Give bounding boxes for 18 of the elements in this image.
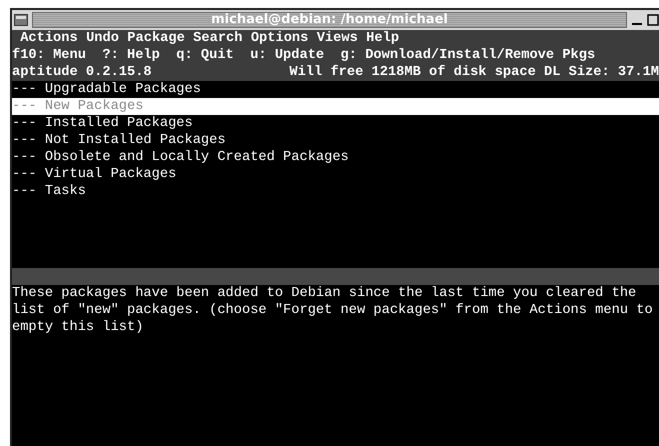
menu-item[interactable]: Actions [20, 30, 78, 47]
window-title: michael@debian: /home/michael [32, 12, 627, 28]
description-text: These packages have been added to Debian since the last time you cleared the list of "new" packages. (choose "Forget new packages" from the Actions menu to empty this list) [12, 285, 654, 336]
package-category[interactable]: --- Not Installed Packages [12, 132, 659, 149]
package-category[interactable]: --- Obsolete and Locally Created Packages [12, 149, 659, 166]
package-category[interactable]: --- Virtual Packages [12, 166, 659, 183]
menu-item[interactable]: Search [193, 30, 242, 47]
disk-space-status: Will free 1218MB of disk space DL Size: 37.1M [289, 64, 659, 81]
package-category[interactable]: --- Upgradable Packages [12, 81, 659, 98]
menu-item[interactable]: Undo [86, 30, 119, 47]
maximize-icon[interactable] [647, 14, 659, 26]
menu-item[interactable]: Views [316, 30, 358, 47]
menu-item[interactable]: Options [250, 30, 308, 47]
package-category[interactable]: --- Installed Packages [12, 115, 659, 132]
package-category[interactable]: --- Tasks [12, 183, 659, 200]
menu-item[interactable]: Package [127, 30, 185, 47]
version-label: aptitude 0.2.15.8 [12, 64, 152, 81]
menu-item[interactable]: Help [366, 30, 400, 47]
